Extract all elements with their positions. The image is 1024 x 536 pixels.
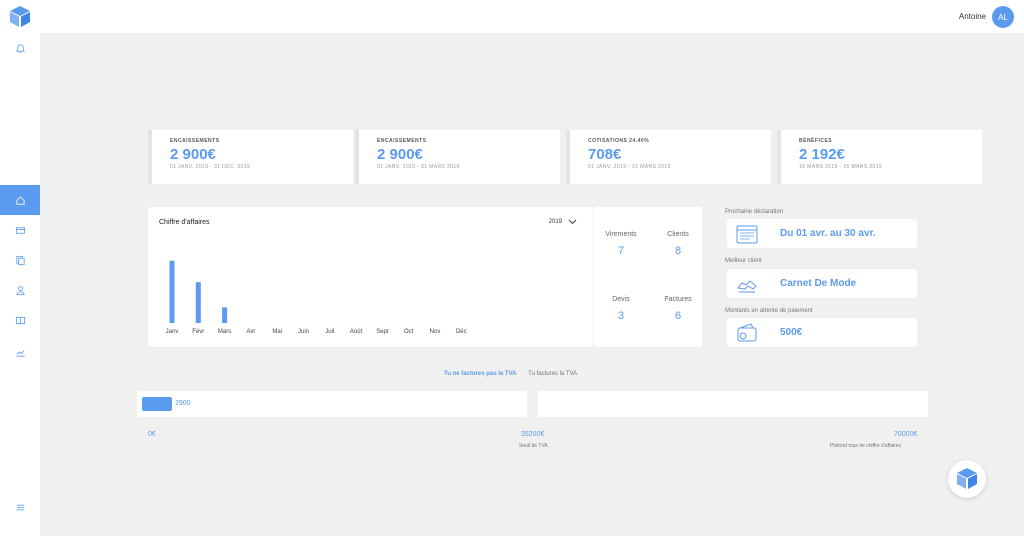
sidebar-item-documents[interactable]: [0, 245, 40, 275]
stat-value: 2 900€: [377, 146, 423, 163]
x-tick-label: Août: [350, 329, 363, 335]
x-tick-label: Févr: [192, 329, 204, 335]
tab-no-tva[interactable]: Tu ne factures pas la TVA: [444, 371, 516, 377]
stat-card-benefices: BÉNÉFICES 2 192€ 16 MARS 2019 - 16 MARS …: [777, 130, 982, 184]
stat-date: 01 JANV. 2019 - 31 DÉC. 2019: [170, 164, 251, 170]
tab-tva[interactable]: Tu factures la TVA: [528, 371, 577, 377]
app-logo[interactable]: [10, 6, 30, 28]
x-tick-label: Janv: [166, 329, 179, 335]
stat-value: 2 192€: [799, 146, 845, 163]
menu-icon: [16, 504, 24, 510]
kpi-label: Clients: [667, 231, 689, 238]
kpi-value: 6: [674, 310, 682, 322]
scale-min-value: 0€: [148, 431, 156, 438]
card-icon: [15, 226, 25, 234]
sidebar-item-stats[interactable]: [0, 337, 40, 367]
handshake-icon: [737, 280, 757, 293]
scale-max-value: 70000€: [894, 431, 918, 438]
revenue-bar-chart: Janv Févr Mars Avr Mai Juin Juil Août Sept Oct Nov…: [166, 260, 467, 335]
pending-label: Montants en attente de paiement: [725, 308, 813, 314]
stat-label: BÉNÉFICES: [799, 138, 833, 144]
kpi-label: Devis: [612, 296, 630, 303]
home-icon: [15, 195, 25, 205]
documents-icon: [15, 255, 25, 265]
best-client-value: Carnet De Mode: [780, 278, 857, 289]
declaration-label: Prochaine déclaration: [725, 209, 784, 215]
sidebar: [0, 0, 40, 536]
x-tick-label: Déc: [456, 329, 467, 335]
stat-label: COTISATIONS 24.40%: [588, 138, 650, 144]
bar-janv[interactable]: [169, 260, 175, 323]
wallet-icon: [737, 323, 757, 342]
trend-icon: [15, 349, 25, 357]
pending-value: 500€: [780, 327, 803, 338]
x-tick-label: Avr: [246, 329, 255, 335]
kpi-label: Factures: [664, 296, 692, 303]
x-tick-label: Oct: [404, 329, 414, 335]
best-client-label: Meilleur client: [725, 258, 762, 264]
kpi-card: Virements 7 Clients 8 Devis 3 Factures 6: [594, 207, 702, 347]
sidebar-item-cards[interactable]: [0, 215, 40, 245]
kpi-devis[interactable]: Devis 3: [594, 296, 648, 322]
sidebar-item-clients[interactable]: [0, 275, 40, 305]
kpi-factures[interactable]: Factures 6: [651, 296, 705, 322]
book-icon: [15, 316, 25, 324]
revenue-chart-card: Chiffre d'affaires 2019 Janv Févr Mars Avr M…: [148, 207, 593, 347]
scale-threshold-label: Seuil de TVA: [519, 443, 548, 449]
kpi-value: 8: [674, 245, 682, 257]
kpi-value: 7: [617, 245, 625, 257]
scale-threshold-value: 35200€: [521, 431, 545, 438]
x-tick-label: Juin: [298, 329, 309, 335]
avatar[interactable]: AL: [992, 6, 1014, 28]
kpi-virements[interactable]: Virements 7: [594, 231, 648, 257]
user-icon: [15, 285, 25, 295]
scale-max-label: Plafond max de chiffre d'affaires: [830, 443, 902, 449]
app-logo-icon: [957, 468, 977, 489]
x-tick-label: Nov: [430, 329, 441, 335]
x-tick-label: Juil: [325, 329, 334, 335]
declaration-value: Du 01 avr. au 30 avr.: [780, 228, 876, 239]
kpi-clients[interactable]: Clients 8: [651, 231, 705, 257]
calendar-icon: [736, 225, 758, 244]
stat-value: 2 900€: [170, 146, 216, 163]
stat-label: ENCAISSEMENTS: [170, 138, 220, 144]
floating-logo-button[interactable]: [948, 460, 986, 498]
stat-date: 01 JANV. 2019 - 31 MARS 2019: [377, 164, 460, 170]
kpi-label: Virements: [605, 231, 637, 238]
stat-value: 708€: [588, 146, 622, 163]
bar-févr[interactable]: [195, 282, 201, 323]
x-tick-label: Mai: [272, 329, 282, 335]
x-tick-label: Sept: [376, 329, 389, 335]
user-name[interactable]: Antoine: [959, 12, 986, 21]
topbar: Antoine AL: [40, 0, 1024, 33]
bar-mars[interactable]: [222, 307, 228, 323]
stat-date: 16 MARS 2019 - 16 MARS 2019: [799, 164, 883, 170]
best-client-card[interactable]: Carnet De Mode: [727, 269, 917, 298]
tva-tabs: Tu ne factures pas la TVA Tu factures la…: [444, 371, 587, 377]
kpi-value: 3: [617, 310, 625, 322]
stat-card-encaissements-quarter: ENCAISSEMENTS 2 900€ 01 JANV. 2019 - 31 …: [355, 130, 560, 184]
x-tick-label: Mars: [218, 329, 231, 335]
stat-date: 01 JANV. 2019 - 31 MARS 2019: [588, 164, 671, 170]
stat-card-cotisations: COTISATIONS 24.40% 708€ 01 JANV. 2019 - …: [566, 130, 771, 184]
sidebar-item-book[interactable]: [0, 305, 40, 335]
tva-progress-fill: [142, 397, 172, 411]
pending-card[interactable]: 500€: [727, 318, 917, 347]
sidebar-item-home[interactable]: [0, 185, 40, 215]
tva-progress-bar: 2900: [137, 391, 527, 417]
menu-button[interactable]: [0, 492, 40, 522]
declaration-card[interactable]: Du 01 avr. au 30 avr.: [727, 219, 917, 248]
notifications-bell-icon[interactable]: [0, 33, 40, 63]
stat-card-encaissements-year: ENCAISSEMENTS 2 900€ 01 JANV. 2019 - 31 …: [148, 130, 353, 184]
tva-progress-bar-right: [538, 391, 928, 417]
tva-current-value: 2900: [175, 400, 191, 407]
stat-label: ENCAISSEMENTS: [377, 138, 427, 144]
